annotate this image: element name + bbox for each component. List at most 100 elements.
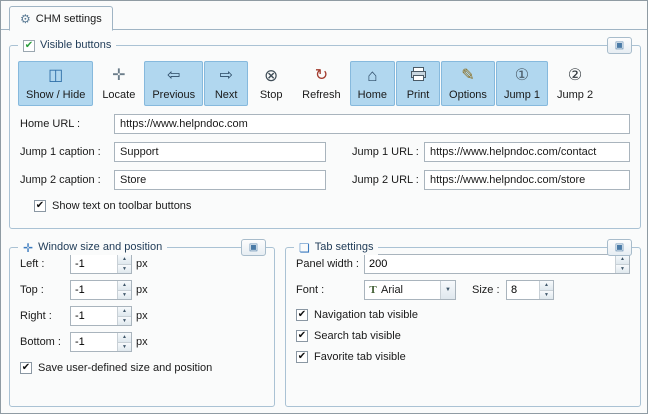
window-size-group-header: ✛ Window size and position (18, 240, 168, 255)
home-url-label: Home URL : (20, 118, 81, 130)
spin-down-button[interactable]: ▼ (118, 289, 131, 299)
visible-buttons-expand-button[interactable]: ▣ (607, 37, 632, 54)
toolbar-button-jump2[interactable]: ② Jump 2 (549, 61, 601, 106)
toolbar-button-label: Next (214, 89, 238, 101)
favorite-tab-checkbox[interactable]: ✔ (296, 351, 308, 363)
spin-up-button[interactable]: ▲ (118, 333, 131, 342)
jump1-caption-input[interactable] (114, 142, 326, 162)
toolbar-button-print[interactable]: Print (396, 61, 441, 106)
window-size-group-title: Window size and position (38, 241, 163, 253)
spin-down-button[interactable]: ▼ (118, 263, 131, 273)
jump2-caption-input[interactable] (114, 170, 326, 190)
jump1-url-input[interactable] (424, 142, 630, 162)
left-input[interactable] (71, 255, 117, 273)
navigation-tab-checkbox-label: Navigation tab visible (314, 309, 418, 321)
right-input[interactable] (71, 307, 117, 325)
left-row: Left : ▲ ▼ px (20, 254, 264, 274)
expand-icon: ▣ (614, 241, 625, 253)
settings-gear-icon: ⚙ (20, 11, 31, 26)
top-stepper: ▲ ▼ (70, 280, 132, 300)
jump1-row: Jump 1 caption : Jump 1 URL : (20, 142, 630, 162)
save-size-checkbox[interactable]: ✔ (20, 362, 32, 374)
toolbar-button-stop[interactable]: ⊗ Stop (249, 61, 293, 106)
dropdown-arrow-icon[interactable]: ▼ (440, 281, 455, 299)
search-tab-checkbox-label: Search tab visible (314, 330, 401, 342)
toolbar-button-refresh[interactable]: ↻ Refresh (294, 61, 349, 106)
bottom-row: Bottom : ▲ ▼ px (20, 332, 264, 352)
jump1-url-label: Jump 1 URL : (352, 146, 419, 158)
bottom-stepper: ▲ ▼ (70, 332, 132, 352)
tab-settings-group: ❏ Tab settings ▣ Panel width : ▲ ▼ Font … (285, 239, 641, 407)
font-select-value: Arial (381, 284, 404, 296)
toolbar-button-options[interactable]: ✎ Options (441, 61, 495, 106)
home-icon: ⌂ (367, 66, 378, 85)
toolbar-button-next[interactable]: ⇨ Next (204, 61, 249, 106)
toolbar-button-previous[interactable]: ⇦ Previous (144, 61, 204, 106)
font-size-input[interactable] (507, 281, 539, 299)
search-tab-checkbox[interactable]: ✔ (296, 330, 308, 342)
group-checkbox-icon[interactable]: ✔ (23, 39, 35, 52)
spin-up-button[interactable]: ▲ (118, 255, 131, 264)
panel-width-stepper: ▲ ▼ (364, 254, 630, 274)
size-label: Size : (472, 284, 500, 296)
next-arrow-icon: ⇨ (219, 67, 233, 84)
left-stepper: ▲ ▼ (70, 254, 132, 274)
top-label: Top : (20, 284, 44, 296)
locate-icon: ✛ (112, 67, 126, 84)
check-icon: ✔ (21, 362, 31, 373)
unit-label: px (136, 310, 148, 322)
right-row: Right : ▲ ▼ px (20, 306, 264, 326)
font-select[interactable]: T Arial ▼ (364, 280, 456, 300)
chm-settings-dialog: ⚙ CHM settings ✔ Visible buttons ▣ ◫ Sho… (0, 0, 648, 414)
save-size-checkbox-row: ✔ Save user-defined size and position (20, 362, 274, 374)
toolbar-button-show-hide[interactable]: ◫ Show / Hide (18, 61, 94, 106)
tab-settings-expand-button[interactable]: ▣ (607, 239, 632, 256)
bottom-input[interactable] (71, 333, 117, 351)
page-icon: ❏ (299, 240, 310, 255)
jump1-icon: ① (514, 67, 530, 84)
options-pencil-icon: ✎ (461, 67, 475, 84)
spin-up-button[interactable]: ▲ (118, 281, 131, 290)
right-stepper: ▲ ▼ (70, 306, 132, 326)
home-url-row: Home URL : (20, 114, 630, 134)
unit-label: px (136, 284, 148, 296)
toolbar-button-label: Options (449, 89, 487, 101)
panel-width-input[interactable] (365, 255, 615, 273)
toolbar-button-home[interactable]: ⌂ Home (349, 61, 396, 106)
home-url-input[interactable] (114, 114, 630, 134)
tab-label: CHM settings (35, 12, 102, 25)
tab-settings-group-header: ❏ Tab settings (294, 240, 379, 255)
show-text-checkbox-row: ✔ Show text on toolbar buttons (34, 200, 640, 212)
spin-down-button[interactable]: ▼ (118, 341, 131, 351)
spin-up-button[interactable]: ▲ (118, 307, 131, 316)
favorite-tab-checkbox-row: ✔ Favorite tab visible (296, 351, 640, 363)
navigation-tab-checkbox[interactable]: ✔ (296, 309, 308, 321)
window-size-group: ✛ Window size and position ▣ Left : ▲ ▼ … (9, 239, 275, 407)
check-icon: ✔ (297, 330, 307, 341)
window-size-expand-button[interactable]: ▣ (241, 239, 266, 256)
font-label: Font : (296, 284, 325, 296)
tab-chm-settings[interactable]: ⚙ CHM settings (9, 6, 113, 31)
top-row: Top : ▲ ▼ px (20, 280, 264, 300)
chm-toolbar-buttons: ◫ Show / Hide ✛ Locate ⇦ Previous ⇨ Next… (18, 61, 632, 106)
toolbar-button-jump1[interactable]: ① Jump 1 (495, 61, 549, 106)
toolbar-button-label: Print (406, 89, 430, 101)
spin-down-button[interactable]: ▼ (118, 315, 131, 325)
top-input[interactable] (71, 281, 117, 299)
toolbar-button-locate[interactable]: ✛ Locate (94, 61, 143, 106)
previous-arrow-icon: ⇦ (167, 67, 181, 84)
right-label: Right : (20, 310, 52, 322)
spin-up-button[interactable]: ▲ (540, 281, 553, 290)
jump2-caption-label: Jump 2 caption : (20, 174, 101, 186)
jump1-caption-label: Jump 1 caption : (20, 146, 101, 158)
bottom-label: Bottom : (20, 336, 61, 348)
jump2-url-input[interactable] (424, 170, 630, 190)
spin-up-button[interactable]: ▲ (616, 255, 629, 264)
truetype-icon: T (369, 284, 377, 296)
spin-down-button[interactable]: ▼ (540, 289, 553, 299)
show-text-checkbox[interactable]: ✔ (34, 200, 46, 212)
panel-width-row: Panel width : ▲ ▼ (296, 254, 630, 274)
spin-down-button[interactable]: ▼ (616, 263, 629, 273)
toolbar-button-label: Jump 2 (557, 89, 594, 101)
check-icon: ✔ (297, 351, 307, 362)
